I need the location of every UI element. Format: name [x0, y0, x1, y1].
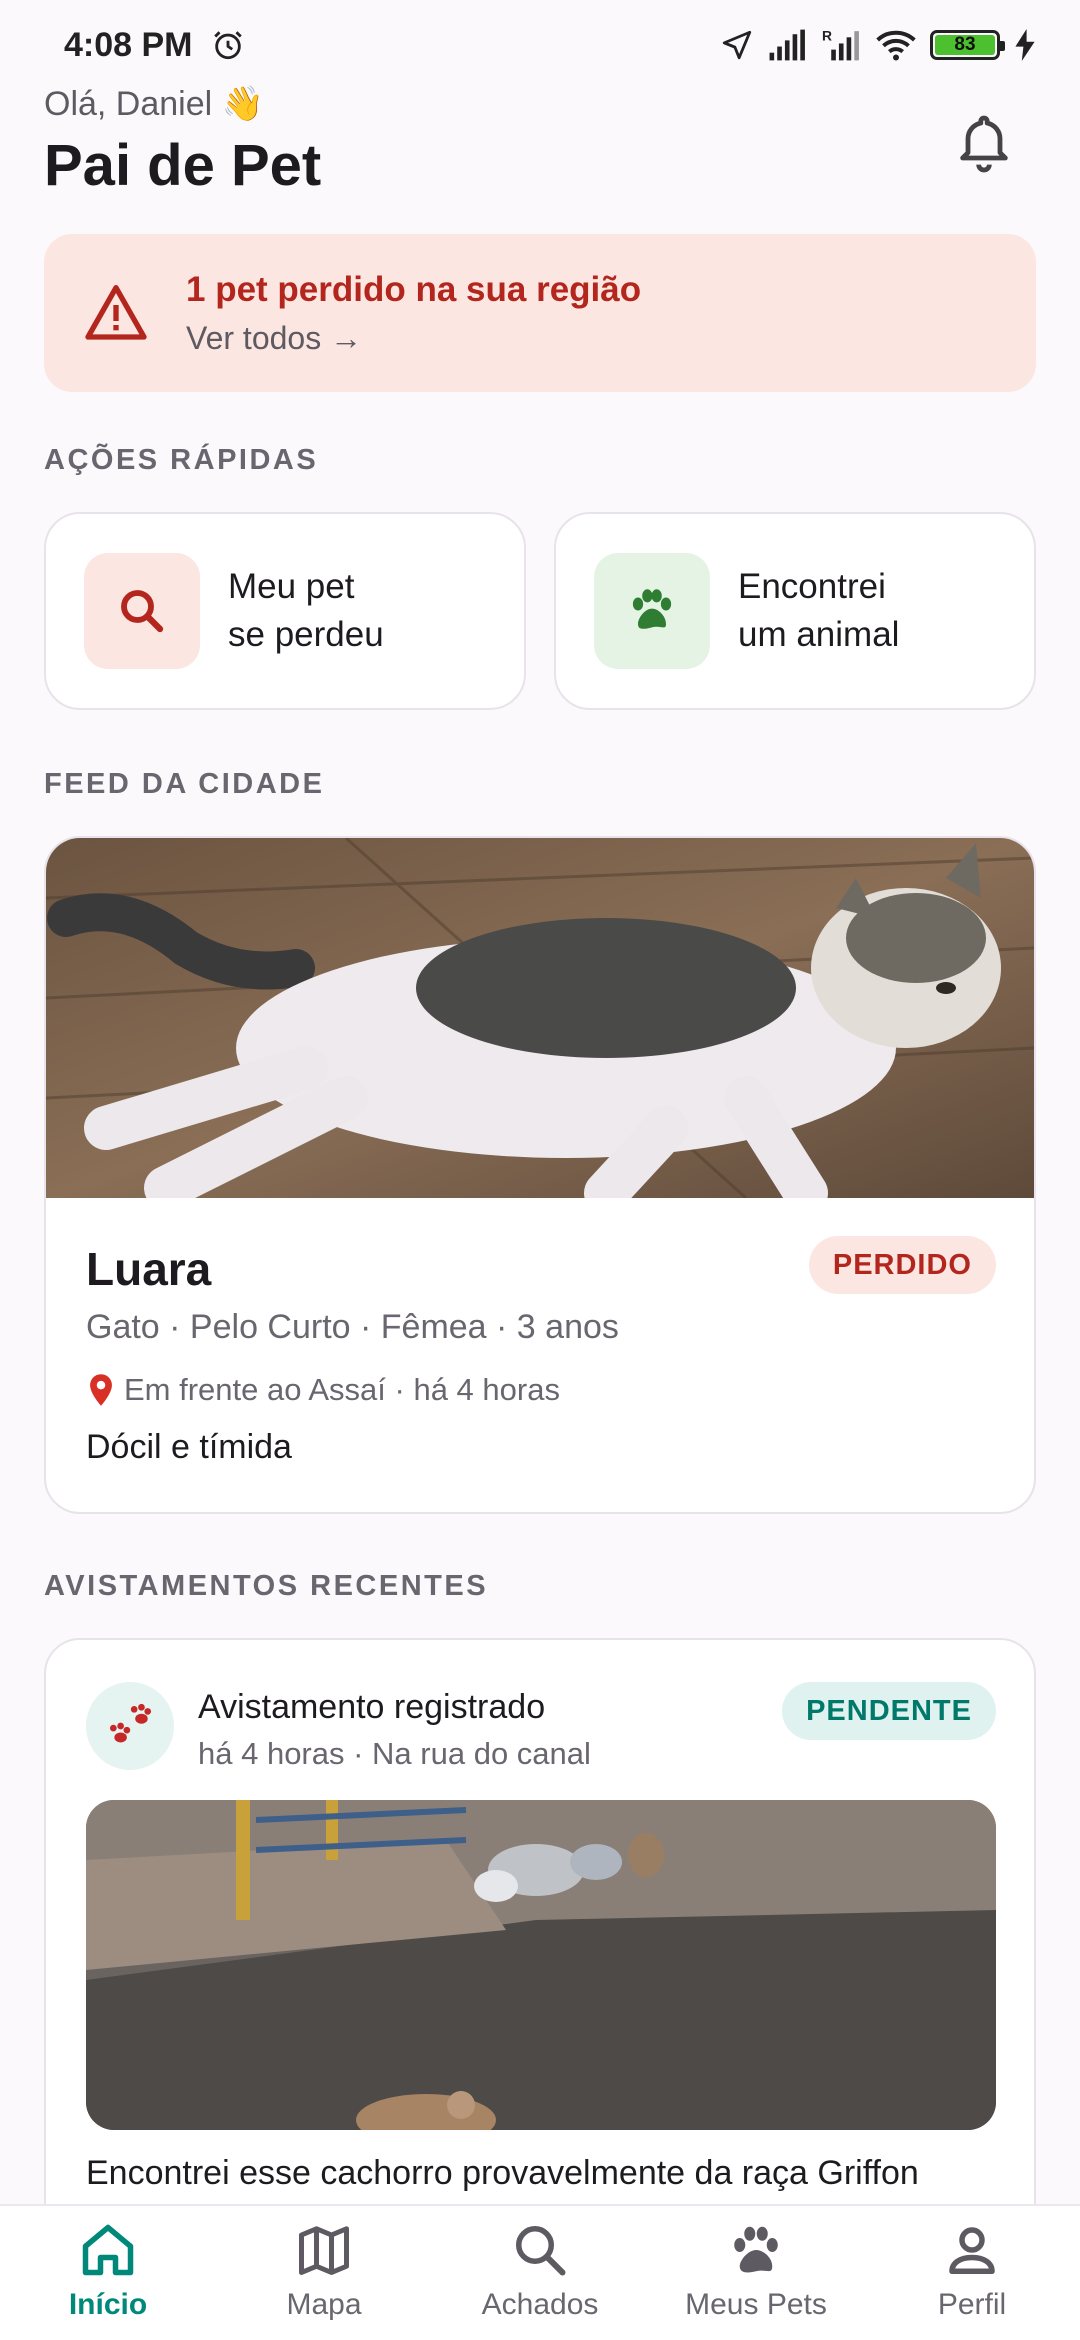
pet-location-text: Em frente ao Assaí · há 4 horas — [124, 1372, 560, 1407]
sighting-subtitle: há 4 horas · Na rua do canal — [198, 1736, 591, 1771]
status-right: R 83 — [720, 28, 1036, 62]
home-icon — [82, 2224, 134, 2276]
notification-bell-icon[interactable] — [952, 110, 1016, 174]
nav-label: Perfil — [937, 2288, 1007, 2321]
status-left: 4:08 PM — [64, 26, 245, 65]
greeting-text: Olá, Daniel 👋 — [44, 85, 264, 123]
alert-text-group: 1 pet perdido na sua região Ver todos → — [186, 270, 641, 357]
action-label-line: um animal — [738, 615, 900, 654]
pet-description: Gato · Pelo Curto · Fêmea · 3 anos — [86, 1308, 619, 1346]
action-label-line: Meu pet — [228, 567, 355, 606]
paws-icon — [110, 1703, 152, 1743]
battery-level: 83 — [935, 34, 995, 55]
nav-label: Meus Pets — [685, 2288, 827, 2321]
action-icon-container — [594, 553, 710, 669]
sighting-title: Avistamento registrado — [198, 1688, 546, 1726]
section-label-feed: FEED DA CIDADE — [44, 768, 325, 800]
status-badge-lost: PERDIDO — [808, 1236, 996, 1294]
search-icon — [516, 2226, 566, 2276]
pet-location: Em frente ao Assaí · há 4 horas — [86, 1372, 560, 1408]
action-label: Meu pet se perdeu — [228, 563, 384, 659]
see-all-link[interactable]: Ver todos → — [186, 320, 641, 357]
status-badge-pending: PENDENTE — [782, 1682, 996, 1740]
sighting-avatar — [86, 1682, 174, 1770]
sighting-description: Encontrei esse cachorro provavelmente da… — [86, 2154, 919, 2192]
wifi-icon — [876, 30, 916, 61]
location-arrow-icon — [722, 30, 752, 60]
alert-title: 1 pet perdido na sua região — [186, 269, 642, 309]
svg-text:R: R — [822, 28, 832, 43]
lost-pet-alert-banner[interactable]: 1 pet perdido na sua região Ver todos → — [44, 234, 1036, 392]
nav-item-profile[interactable]: Perfil — [864, 2206, 1080, 2340]
sighting-photo — [86, 1800, 996, 2130]
map-icon — [299, 2226, 349, 2275]
page-title: Pai de Pet — [44, 133, 322, 198]
paw-icon — [632, 589, 672, 629]
signal-icon — [769, 29, 805, 61]
nav-label: Início — [68, 2288, 148, 2321]
pet-photo — [46, 838, 1034, 1198]
person-icon — [949, 2227, 995, 2274]
pet-note: Dócil e tímida — [86, 1428, 292, 1466]
status-bar: 4:08 PM R 83 — [0, 0, 1080, 90]
status-time: 4:08 PM — [64, 25, 193, 64]
nav-label: Achados — [481, 2288, 599, 2321]
pet-name: Luara — [86, 1243, 212, 1295]
search-icon — [121, 590, 164, 633]
action-label: Encontrei um animal — [738, 563, 899, 659]
app-header: Olá, Daniel 👋 Pai de Pet — [44, 84, 1036, 214]
alarm-icon — [213, 31, 242, 60]
nav-item-map[interactable]: Mapa — [216, 2206, 432, 2340]
nav-item-my-pets[interactable]: Meus Pets — [648, 2206, 864, 2340]
section-label-sightings: AVISTAMENTOS RECENTES — [44, 1570, 489, 1602]
nav-item-home[interactable]: Início — [0, 2206, 216, 2340]
warning-icon — [85, 285, 147, 340]
lost-my-pet-button[interactable]: Meu pet se perdeu — [44, 512, 526, 710]
bottom-navigation: Início Mapa Achados Meus Pets Perfil — [0, 2204, 1080, 2340]
battery-indicator: 83 — [930, 30, 1005, 60]
action-label-line: se perdeu — [228, 615, 384, 654]
action-icon-container — [84, 553, 200, 669]
paw-icon — [734, 2226, 778, 2273]
found-animal-button[interactable]: Encontrei um animal — [554, 512, 1036, 710]
feed-post-card[interactable]: Luara PERDIDO Gato · Pelo Curto · Fêmea … — [44, 836, 1036, 1514]
nav-label: Mapa — [286, 2288, 362, 2321]
action-label-line: Encontrei — [738, 567, 886, 606]
location-pin-icon — [90, 1374, 112, 1406]
nav-item-found[interactable]: Achados — [432, 2206, 648, 2340]
charging-bolt-icon — [1015, 29, 1035, 61]
signal-roaming-icon: R — [822, 28, 859, 61]
section-label-quick-actions: AÇÕES RÁPIDAS — [44, 444, 319, 476]
